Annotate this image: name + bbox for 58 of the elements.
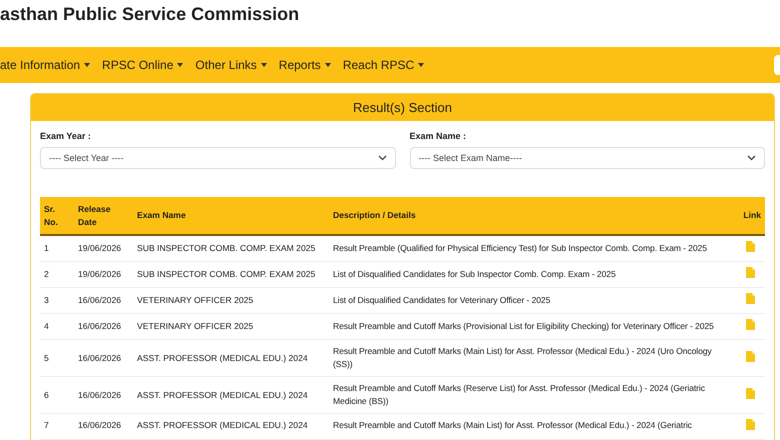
- table-cell: 16/06/2026: [74, 288, 133, 314]
- table-cell: 6: [40, 376, 74, 414]
- table-cell: 5: [40, 340, 74, 376]
- select-field[interactable]: ---- Select Exam Name----: [410, 147, 765, 169]
- table-cell: 16/06/2026: [74, 314, 133, 340]
- site-title: asthan Public Service Commission: [0, 4, 300, 25]
- table-cell: Result Preamble and Cutoff Marks (Main List) for Asst. Professor (Medical Edu.) - 2024 (Geriatric: [329, 414, 735, 440]
- column-header: Description / Details: [329, 197, 735, 235]
- nav-menu[interactable]: Reach RPSC: [342, 58, 424, 72]
- table-cell: ASST. PROFESSOR (MEDICAL EDU.) 2024: [133, 376, 329, 414]
- table-cell: Result Preamble (Qualified for Physical Efficiency Test) for Sub Inspector Comb. Comp. Exam - 2025: [329, 235, 735, 262]
- caret-icon: [324, 63, 331, 67]
- nav-menu[interactable]: Other Links: [195, 58, 267, 72]
- table-cell: List of Disqualified Candidates for Veterinary Officer - 2025: [329, 288, 735, 314]
- table-cell: ASST. PROFESSOR (MEDICAL EDU.) 2024: [133, 414, 329, 440]
- table-cell: VETERINARY OFFICER 2025: [133, 314, 329, 340]
- table-cell: Result Preamble and Cutoff Marks (Main List) for Asst. Professor (Medical Edu.) - 2024 (Uro Oncology (SS)): [329, 340, 735, 376]
- column-header: Sr. No.: [40, 197, 74, 235]
- select-field[interactable]: ---- Select Year ----: [40, 147, 396, 169]
- table-cell: 2: [40, 262, 74, 288]
- file-icon[interactable]: [746, 293, 754, 304]
- table-cell: SUB INSPECTOR COMB. COMP. EXAM 2025: [133, 262, 329, 288]
- nav-menu[interactable]: RPSC Online: [102, 58, 184, 72]
- table-cell: 16/06/2026: [74, 414, 133, 440]
- field-label: Exam Name :: [410, 131, 468, 141]
- table-cell: Result Preamble and Cutoff Marks (Provisional List for Eligibility Checking) for Veterinary Officer - 2025: [329, 314, 735, 340]
- panel-title: Result(s) Section: [31, 94, 774, 121]
- table-cell: SUB INSPECTOR COMB. COMP. EXAM 2025: [133, 235, 329, 262]
- nav-menu[interactable]: ate Information: [0, 58, 90, 72]
- table-cell: 3: [40, 288, 74, 314]
- file-icon[interactable]: [746, 388, 754, 398]
- caret-icon: [260, 63, 267, 67]
- table-cell: 1: [40, 235, 74, 262]
- table-cell: 7: [40, 414, 74, 440]
- file-icon[interactable]: [746, 319, 754, 330]
- table-cell: 16/06/2026: [74, 340, 133, 376]
- chevron-down-icon: [747, 155, 756, 161]
- nav-menu[interactable]: Reports: [278, 58, 331, 72]
- table-cell: 19/06/2026: [74, 262, 133, 288]
- table-cell: 16/06/2026: [74, 376, 133, 414]
- table-cell: VETERINARY OFFICER 2025: [133, 288, 329, 314]
- table-cell: ASST. PROFESSOR (MEDICAL EDU.) 2024: [133, 340, 329, 376]
- chevron-down-icon: [378, 155, 386, 161]
- column-header: Release Date: [74, 197, 133, 235]
- table-cell: 19/06/2026: [74, 235, 133, 262]
- file-icon[interactable]: [746, 267, 754, 278]
- caret-icon: [418, 63, 424, 67]
- caret-icon: [177, 63, 184, 67]
- file-icon[interactable]: [746, 350, 754, 362]
- column-header: Link: [735, 197, 765, 235]
- file-icon[interactable]: [746, 241, 754, 252]
- caret-icon: [84, 63, 90, 67]
- table-cell: List of Disqualified Candidates for Sub Inspector Comb. Comp. Exam - 2025: [329, 262, 735, 288]
- table-cell: 4: [40, 314, 74, 340]
- file-icon[interactable]: [746, 419, 754, 430]
- field-label: Exam Year :: [40, 131, 92, 141]
- column-header: Exam Name: [133, 197, 329, 235]
- table-cell: Result Preamble and Cutoff Marks (Reserve List) for Asst. Professor (Medical Edu.) - 2024 (Geriatric Medicine (BS)): [329, 376, 735, 414]
